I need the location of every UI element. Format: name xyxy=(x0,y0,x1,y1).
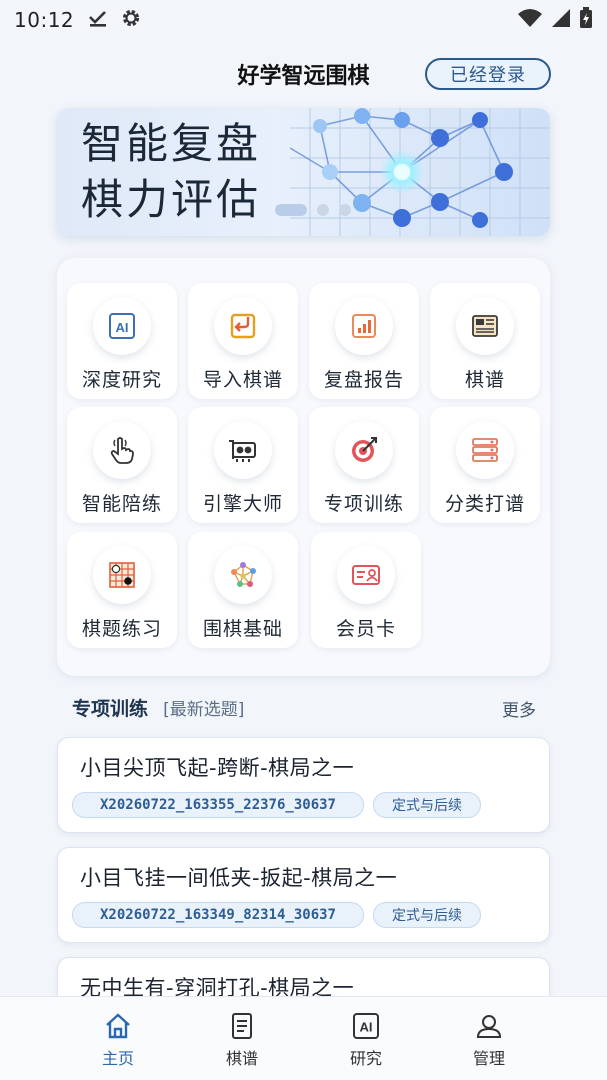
download-done-icon xyxy=(88,8,108,32)
banner-text: 智能复盘 棋力评估 xyxy=(81,116,261,228)
newspaper-icon xyxy=(456,297,514,355)
nav-home[interactable]: 主页 xyxy=(78,1011,158,1069)
svg-text:AI: AI xyxy=(360,1020,373,1035)
nav-manage[interactable]: 管理 xyxy=(449,1011,529,1069)
feature-import-record[interactable]: 导入棋谱 xyxy=(188,283,298,399)
section-subtitle: [最新选题] xyxy=(163,700,245,720)
more-link[interactable]: 更多 xyxy=(502,696,536,721)
signal-icon xyxy=(551,8,571,32)
go-board-icon xyxy=(93,546,151,604)
svg-text:AI: AI xyxy=(116,320,129,335)
feature-deep-research[interactable]: AI 深度研究 xyxy=(67,283,177,399)
problem-card[interactable]: 小目尖顶飞起-跨断-棋局之一 X20260722_163355_22376_30… xyxy=(57,737,550,833)
problem-category-badge: 定式与后续 xyxy=(373,902,481,928)
feature-go-basics[interactable]: 围棋基础 xyxy=(188,532,298,648)
feature-review-report[interactable]: 复盘报告 xyxy=(309,283,419,399)
nav-label: 棋谱 xyxy=(225,1049,258,1068)
feature-label: 棋谱 xyxy=(464,369,505,391)
carousel-dot xyxy=(339,204,351,216)
feature-grid: AI 深度研究 导入棋谱 复盘报告 棋谱 智能陪练 引擎大师 专项训练 分类打谱… xyxy=(57,258,550,676)
nav-research[interactable]: AI 研究 xyxy=(326,1011,406,1069)
problem-title: 小目飞挂一间低夹-扳起-棋局之一 xyxy=(80,866,398,890)
nav-label: 主页 xyxy=(101,1049,134,1068)
home-icon xyxy=(103,1011,133,1041)
problem-id-badge: X20260722_163355_22376_30637 xyxy=(72,792,364,818)
report-chart-icon xyxy=(335,297,393,355)
section-title: 专项训练 xyxy=(72,698,149,720)
problem-card[interactable]: 小目飞挂一间低夹-扳起-棋局之一 X20260722_163349_82314_… xyxy=(57,847,550,943)
feature-label: 会员卡 xyxy=(335,618,396,640)
robot-icon xyxy=(214,421,272,479)
feature-label: 深度研究 xyxy=(81,369,162,391)
nav-label: 研究 xyxy=(349,1049,382,1068)
network-icon xyxy=(214,546,272,604)
feature-ai-sparring[interactable]: 智能陪练 xyxy=(67,407,177,523)
battery-icon xyxy=(579,7,593,33)
feature-problem-practice[interactable]: 棋题练习 xyxy=(67,532,177,648)
section-header: 专项训练 [最新选题] 更多 xyxy=(72,694,542,722)
banner-line-2: 棋力评估 xyxy=(81,175,262,224)
carousel-dot-active xyxy=(275,204,307,216)
feature-category-study[interactable]: 分类打谱 xyxy=(430,407,540,523)
feature-game-records[interactable]: 棋谱 xyxy=(430,283,540,399)
ai-box-icon: AI xyxy=(351,1011,381,1041)
nav-label: 管理 xyxy=(472,1049,505,1068)
ai-chip-icon: AI xyxy=(93,297,151,355)
network-illustration xyxy=(290,108,550,236)
carousel-dot xyxy=(317,204,329,216)
feature-label: 分类打谱 xyxy=(444,493,525,515)
feature-label: 智能陪练 xyxy=(81,493,162,515)
banner-line-1: 智能复盘 xyxy=(81,119,262,168)
nav-records[interactable]: 棋谱 xyxy=(202,1011,282,1069)
target-icon xyxy=(335,421,393,479)
user-icon xyxy=(474,1011,504,1041)
feature-label: 围棋基础 xyxy=(202,618,283,640)
feature-label: 棋题练习 xyxy=(81,618,162,640)
feature-label: 复盘报告 xyxy=(323,369,404,391)
problem-category-badge: 定式与后续 xyxy=(373,792,481,818)
category-list-icon xyxy=(456,421,514,479)
feature-member-card[interactable]: 会员卡 xyxy=(311,532,421,648)
document-icon xyxy=(227,1011,257,1041)
status-bar: 10:12 xyxy=(0,0,607,40)
login-status-button[interactable]: 已经登录 xyxy=(425,58,551,90)
gear-icon xyxy=(120,7,142,33)
feature-label: 专项训练 xyxy=(323,493,404,515)
pointing-hand-icon xyxy=(93,421,151,479)
feature-special-training[interactable]: 专项训练 xyxy=(309,407,419,523)
bottom-navigation: 主页 棋谱 AI 研究 管理 xyxy=(0,996,607,1080)
feature-label: 引擎大师 xyxy=(202,493,283,515)
feature-label: 导入棋谱 xyxy=(202,369,283,391)
import-icon xyxy=(214,297,272,355)
carousel-indicator xyxy=(275,204,351,216)
banner-carousel[interactable]: 智能复盘 棋力评估 xyxy=(57,108,550,236)
status-time: 10:12 xyxy=(14,8,75,32)
problem-title: 小目尖顶飞起-跨断-棋局之一 xyxy=(80,756,355,780)
problem-id-badge: X20260722_163349_82314_30637 xyxy=(72,902,364,928)
wifi-icon xyxy=(517,8,543,32)
feature-engine-master[interactable]: 引擎大师 xyxy=(188,407,298,523)
member-card-icon xyxy=(337,546,395,604)
app-header: 好学智远围棋 已经登录 xyxy=(0,52,607,96)
